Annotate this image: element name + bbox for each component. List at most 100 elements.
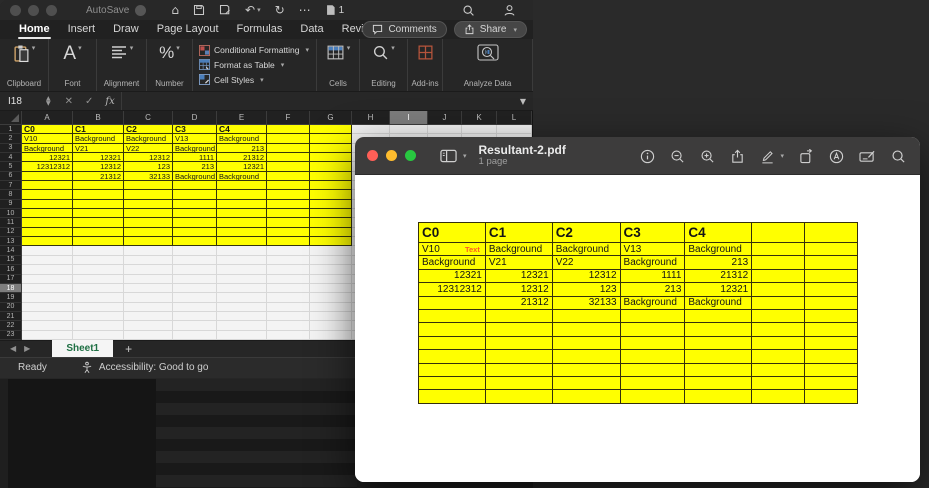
cell-D22[interactable] <box>173 321 217 330</box>
cell-D7[interactable] <box>173 181 217 190</box>
row-header-3[interactable]: 3 <box>0 144 22 153</box>
cell-A8[interactable] <box>22 190 73 199</box>
cell-E19[interactable] <box>217 293 267 302</box>
cell-E18[interactable] <box>217 284 267 293</box>
cell-C3[interactable]: V22 <box>124 144 173 153</box>
cell-D5[interactable]: 213 <box>173 162 217 171</box>
sidebar-toggle-button[interactable]: ▾ <box>440 149 467 163</box>
cell-E7[interactable] <box>217 181 267 190</box>
name-box-stepper[interactable]: ▲▼ <box>46 96 51 106</box>
cell-A23[interactable] <box>22 331 73 340</box>
addins-group[interactable]: Add-ins <box>408 39 443 91</box>
cell-B21[interactable] <box>73 312 124 321</box>
cell-A18[interactable] <box>22 284 73 293</box>
cell-E11[interactable] <box>217 218 267 227</box>
row-header-4[interactable]: 4 <box>0 153 22 162</box>
info-icon[interactable] <box>640 149 655 164</box>
close-window-button[interactable] <box>10 5 21 16</box>
cell-C1[interactable]: C2 <box>124 125 173 134</box>
cell-G10[interactable] <box>310 209 352 218</box>
cell-G22[interactable] <box>310 321 352 330</box>
cell-F3[interactable] <box>267 144 310 153</box>
cell-B4[interactable]: 12321 <box>73 153 124 162</box>
zoom-window-button[interactable] <box>405 150 416 161</box>
cell-G14[interactable] <box>310 246 352 255</box>
cell-E10[interactable] <box>217 209 267 218</box>
cell-E14[interactable] <box>217 246 267 255</box>
row-header-10[interactable]: 10 <box>0 209 22 218</box>
cell-G3[interactable] <box>310 144 352 153</box>
cell-C10[interactable] <box>124 209 173 218</box>
cell-F18[interactable] <box>267 284 310 293</box>
analyze-data-group[interactable]: Analyze Data <box>443 39 533 91</box>
cell-D23[interactable] <box>173 331 217 340</box>
cell-D8[interactable] <box>173 190 217 199</box>
cell-D14[interactable] <box>173 246 217 255</box>
cell-E20[interactable] <box>217 303 267 312</box>
editing-group[interactable]: ▾ Editing <box>360 39 408 91</box>
sheet-nav-arrows[interactable]: ◀▶ <box>10 344 38 353</box>
insert-function-icon[interactable]: fx <box>105 96 114 107</box>
share-icon[interactable] <box>730 149 745 164</box>
markup-button[interactable]: ▾ <box>760 149 784 164</box>
row-header-11[interactable]: 11 <box>0 218 22 227</box>
cell-D16[interactable] <box>173 265 217 274</box>
cell-A2[interactable]: V10 <box>22 134 73 143</box>
text-annotation[interactable]: Text <box>465 245 480 254</box>
cell-C15[interactable] <box>124 256 173 265</box>
tab-draw[interactable]: Draw <box>104 21 148 39</box>
cell-B11[interactable] <box>73 218 124 227</box>
cell-B5[interactable]: 12312 <box>73 162 124 171</box>
column-header-D[interactable]: D <box>173 111 217 125</box>
cell-D4[interactable]: 1111 <box>173 153 217 162</box>
add-sheet-button[interactable]: + <box>113 342 144 356</box>
clipboard-group[interactable]: ▾ Clipboard <box>0 39 49 91</box>
zoom-in-icon[interactable] <box>700 149 715 164</box>
cell-B7[interactable] <box>73 181 124 190</box>
comments-button[interactable]: Comments <box>362 21 446 38</box>
cell-F11[interactable] <box>267 218 310 227</box>
cell-D12[interactable] <box>173 228 217 237</box>
tab-formulas[interactable]: Formulas <box>228 21 292 39</box>
cell-E5[interactable]: 12321 <box>217 162 267 171</box>
row-header-13[interactable]: 13 <box>0 237 22 246</box>
cell-A11[interactable] <box>22 218 73 227</box>
cell-F23[interactable] <box>267 331 310 340</box>
cell-C16[interactable] <box>124 265 173 274</box>
cell-A5[interactable]: 12312312 <box>22 162 73 171</box>
cell-A1[interactable]: C0 <box>22 125 73 134</box>
cell-K1[interactable] <box>462 125 497 134</box>
cell-D2[interactable]: V13 <box>173 134 217 143</box>
formula-input[interactable] <box>121 92 533 110</box>
autosave-toggle[interactable] <box>135 5 146 16</box>
tab-page-layout[interactable]: Page Layout <box>148 21 228 39</box>
cell-E17[interactable] <box>217 275 267 284</box>
row-header-19[interactable]: 19 <box>0 293 22 302</box>
cell-F9[interactable] <box>267 200 310 209</box>
cell-G2[interactable] <box>310 134 352 143</box>
cell-F13[interactable] <box>267 237 310 246</box>
row-header-15[interactable]: 15 <box>0 256 22 265</box>
cell-C6[interactable]: 32133 <box>124 172 173 181</box>
cell-H1[interactable] <box>352 125 390 134</box>
tab-insert[interactable]: Insert <box>59 21 105 39</box>
minimize-window-button[interactable] <box>386 150 397 161</box>
cell-D6[interactable]: Background <box>173 172 217 181</box>
conditional-formatting-button[interactable]: Conditional Formatting▾ <box>199 45 309 56</box>
cell-F14[interactable] <box>267 246 310 255</box>
cell-G4[interactable] <box>310 153 352 162</box>
print-preview-icon[interactable]: 1 <box>325 4 345 16</box>
cell-A21[interactable] <box>22 312 73 321</box>
cell-G1[interactable] <box>310 125 352 134</box>
more-commands-icon[interactable]: ⋯ <box>299 3 311 17</box>
cell-F16[interactable] <box>267 265 310 274</box>
cell-B1[interactable]: C1 <box>73 125 124 134</box>
cell-A14[interactable] <box>22 246 73 255</box>
cell-A3[interactable]: Background <box>22 144 73 153</box>
cell-D18[interactable] <box>173 284 217 293</box>
cell-E6[interactable]: Background <box>217 172 267 181</box>
cell-F17[interactable] <box>267 275 310 284</box>
cell-B10[interactable] <box>73 209 124 218</box>
row-header-20[interactable]: 20 <box>0 303 22 312</box>
cell-B18[interactable] <box>73 284 124 293</box>
